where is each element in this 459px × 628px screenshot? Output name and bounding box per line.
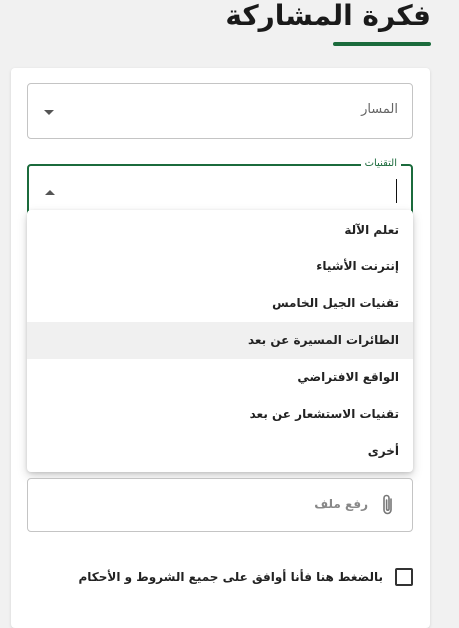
menu-item-ml[interactable]: تعلم الآلة [27,210,413,248]
tech-dropdown-menu: تعلم الآلة إنترنت الأشياء تقنيات الجيل ا… [27,210,413,472]
menu-item-drones[interactable]: الطائرات المسيرة عن بعد [27,322,413,359]
page-title: فكرة المشاركة [225,0,431,32]
file-upload-field[interactable]: رفع ملف [27,478,413,532]
terms-label: بالضغط هنا فأنا أوافق على جميع الشروط و … [78,570,383,584]
menu-item-remote-sensing[interactable]: تقنيات الاستشعار عن بعد [27,396,413,433]
paperclip-icon [380,493,396,521]
terms-checkbox[interactable] [395,568,413,586]
terms-row: بالضغط هنا فأنا أوافق على جميع الشروط و … [78,568,413,586]
menu-item-iot[interactable]: إنترنت الأشياء [27,248,413,285]
path-select[interactable]: المسار [27,83,413,139]
chevron-up-icon [45,190,55,195]
tech-select-label: التقنيات [360,157,401,171]
title-underline [333,42,431,46]
menu-item-other[interactable]: أخرى [27,433,413,470]
menu-item-5g[interactable]: تقنيات الجيل الخامس [27,285,413,322]
menu-item-vr[interactable]: الواقع الافتراضي [27,359,413,396]
path-select-placeholder: المسار [361,102,398,117]
chevron-down-icon [44,110,54,115]
text-cursor [396,179,397,203]
upload-label: رفع ملف [314,497,368,511]
